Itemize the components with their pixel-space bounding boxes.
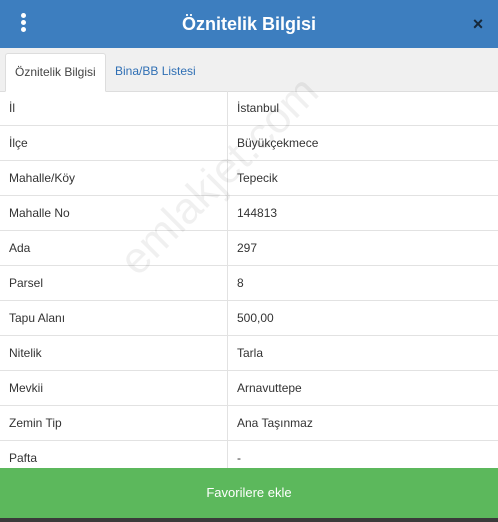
attribute-key: İl [0, 91, 228, 125]
attribute-key: Zemin Tip [0, 406, 228, 440]
table-row: Nitelik Tarla [0, 336, 498, 371]
attribute-value: Büyükçekmece [237, 136, 319, 150]
attribute-key: Ada [0, 231, 228, 265]
tab-attribute-info[interactable]: Öznitelik Bilgisi [5, 53, 106, 92]
table-row: Parsel 8 [0, 266, 498, 301]
table-row: Ada 297 [0, 231, 498, 266]
table-row: Mahalle/Köy Tepecik [0, 161, 498, 196]
attribute-key: Parsel [0, 266, 228, 300]
attribute-value: 8 [237, 276, 244, 290]
table-row: Tapu Alanı 500,00 [0, 301, 498, 336]
attribute-key: Mahalle/Köy [0, 161, 228, 195]
tab-bar: Öznitelik Bilgisi Bina/BB Listesi [0, 48, 498, 92]
attribute-table: İl İstanbul İlçe Büyükçekmece Mahalle/Köy T… [0, 91, 498, 476]
tab-building-list[interactable]: Bina/BB Listesi [106, 53, 205, 90]
attribute-value: Tepecik [237, 171, 278, 185]
add-to-favorites-button[interactable]: Favorilere ekle [0, 468, 498, 518]
attribute-value: Arnavuttepe [237, 381, 302, 395]
attribute-value: Ana Taşınmaz [237, 416, 313, 430]
panel-header: Öznitelik Bilgisi × [0, 0, 498, 48]
attribute-value: Tarla [237, 346, 264, 360]
table-row: Mevkii Arnavuttepe [0, 371, 498, 406]
attribute-key: Mahalle No [0, 196, 228, 230]
attribute-value: 144813 [237, 206, 278, 220]
close-icon[interactable]: × [470, 14, 486, 34]
attribute-key: Nitelik [0, 336, 228, 370]
table-row: İlçe Büyükçekmece [0, 126, 498, 161]
attribute-value: İstanbul [237, 101, 280, 115]
attribute-key: Tapu Alanı [0, 301, 228, 335]
table-row: Mahalle No 144813 [0, 196, 498, 231]
attribute-value: 297 [237, 241, 258, 255]
table-row: Zemin Tip Ana Taşınmaz [0, 406, 498, 441]
attribute-key: İlçe [0, 126, 228, 160]
attribute-key: Mevkii [0, 371, 228, 405]
map-background-strip [0, 518, 498, 522]
table-row: İl İstanbul [0, 91, 498, 126]
attribute-value: 500,00 [237, 311, 274, 325]
attribute-info-panel: Öznitelik Bilgisi × Öznitelik Bilgisi Bi… [0, 0, 498, 522]
panel-title: Öznitelik Bilgisi [181, 14, 317, 34]
